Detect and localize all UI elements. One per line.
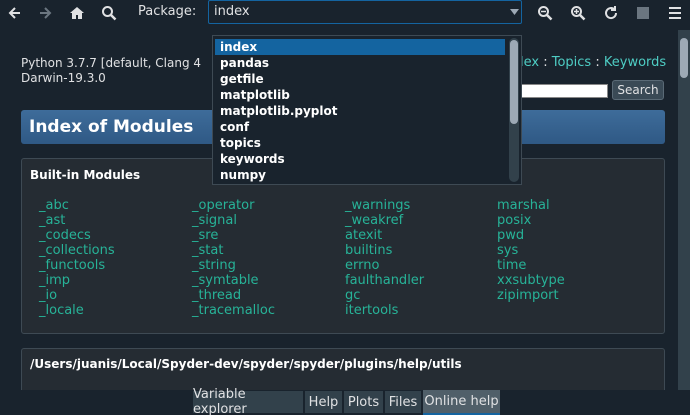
module-link[interactable]: _locale <box>39 303 115 318</box>
pane-tabs: Variable explorer Help Plots Files Onlin… <box>0 387 690 415</box>
module-link[interactable]: _symtable <box>192 273 275 288</box>
module-link[interactable]: _thread <box>192 288 275 303</box>
module-link[interactable]: _collections <box>39 243 115 258</box>
nav-separator: : <box>591 55 604 70</box>
section-heading: /Users/juanis/Local/Spyder-dev/spyder/sp… <box>30 357 462 371</box>
module-link[interactable]: _ast <box>39 213 115 228</box>
tab-online-help[interactable]: Online help <box>423 390 500 415</box>
dropdown-item[interactable]: matplotlib <box>215 87 505 103</box>
home-icon[interactable] <box>66 2 88 24</box>
module-link[interactable]: _imp <box>39 273 115 288</box>
package-combobox[interactable]: index <box>208 0 522 24</box>
module-link[interactable]: time <box>497 258 565 273</box>
dropdown-item[interactable]: topics <box>215 135 505 151</box>
module-link[interactable]: _warnings <box>345 198 424 213</box>
module-search-input[interactable] <box>520 84 608 98</box>
page-title: Index of Modules <box>29 117 194 137</box>
link-index[interactable]: lex <box>520 55 539 70</box>
link-keywords[interactable]: Keywords <box>604 55 666 70</box>
toolbar: Package: index <box>0 0 690 26</box>
dropdown-item[interactable]: numpy <box>215 167 505 183</box>
zoom-in-icon[interactable] <box>567 2 589 24</box>
module-link[interactable]: posix <box>497 213 565 228</box>
module-link[interactable]: itertools <box>345 303 424 318</box>
search-button[interactable]: Search <box>612 80 664 100</box>
python-version: Python 3.7.7 [default, Clang 4 <box>21 56 202 70</box>
search-icon[interactable] <box>98 2 120 24</box>
arrow-left-icon[interactable] <box>4 2 26 24</box>
module-link[interactable]: _signal <box>192 213 275 228</box>
scrollbar-thumb[interactable] <box>680 38 688 78</box>
chevron-down-icon[interactable] <box>507 1 521 23</box>
module-link[interactable]: _stat <box>192 243 275 258</box>
dropdown-item[interactable]: matplotlib.pyplot <box>215 103 505 119</box>
module-link[interactable]: xxsubtype <box>497 273 565 288</box>
vertical-scrollbar[interactable] <box>678 30 690 390</box>
dropdown-item[interactable]: pandas <box>215 55 505 71</box>
module-link[interactable]: _io <box>39 288 115 303</box>
package-label: Package: <box>138 4 197 19</box>
package-value[interactable]: index <box>214 4 250 19</box>
nav-separator: : <box>539 55 552 70</box>
tab-plots[interactable]: Plots <box>344 391 383 413</box>
tab-files[interactable]: Files <box>385 391 421 413</box>
refresh-icon[interactable] <box>600 2 622 24</box>
nav-links: lex : Topics : Keywords <box>520 55 666 70</box>
scrollbar-thumb[interactable] <box>510 40 518 124</box>
module-link[interactable]: zipimport <box>497 288 565 303</box>
path-modules-section: /Users/juanis/Local/Spyder-dev/spyder/sp… <box>21 348 665 390</box>
module-link[interactable]: atexit <box>345 228 424 243</box>
tab-variable-explorer[interactable]: Variable explorer <box>193 387 303 415</box>
dropdown-item[interactable]: index <box>215 39 505 55</box>
module-column-2: _operator _signal _sre _stat _string _sy… <box>192 198 275 318</box>
module-link[interactable]: _functools <box>39 258 115 273</box>
module-column-1: _abc _ast _codecs _collections _functool… <box>39 198 115 318</box>
dropdown-item[interactable]: conf <box>215 119 505 135</box>
link-topics[interactable]: Topics <box>552 55 591 70</box>
module-link[interactable]: errno <box>345 258 424 273</box>
module-link[interactable]: _sre <box>192 228 275 243</box>
module-link[interactable]: faulthandler <box>345 273 424 288</box>
menu-icon[interactable] <box>664 2 686 24</box>
dropdown-item[interactable]: keywords <box>215 151 505 167</box>
module-link[interactable]: pwd <box>497 228 565 243</box>
platform-info: Darwin-19.3.0 <box>21 71 106 85</box>
arrow-right-icon[interactable] <box>34 2 56 24</box>
module-column-3: _warnings _weakref atexit builtins errno… <box>345 198 424 318</box>
module-link[interactable]: _codecs <box>39 228 115 243</box>
zoom-out-icon[interactable] <box>534 2 556 24</box>
module-link[interactable]: marshal <box>497 198 565 213</box>
section-heading: Built-in Modules <box>30 168 141 182</box>
python-info: Python 3.7.7 [default, Clang 4 Darwin-19… <box>21 56 201 86</box>
dropdown-scrollbar[interactable] <box>509 38 519 182</box>
tab-help[interactable]: Help <box>305 391 342 413</box>
package-dropdown-list: index pandas getfile matplotlib matplotl… <box>212 35 522 185</box>
module-link[interactable]: _string <box>192 258 275 273</box>
module-link[interactable]: _tracemalloc <box>192 303 275 318</box>
module-link[interactable]: gc <box>345 288 424 303</box>
module-link[interactable]: _weakref <box>345 213 424 228</box>
module-link[interactable]: _operator <box>192 198 275 213</box>
module-column-4: marshal posix pwd sys time xxsubtype zip… <box>497 198 565 303</box>
module-link[interactable]: _abc <box>39 198 115 213</box>
stop-icon[interactable] <box>632 2 654 24</box>
module-link[interactable]: sys <box>497 243 565 258</box>
dropdown-item[interactable]: getfile <box>215 71 505 87</box>
module-link[interactable]: builtins <box>345 243 424 258</box>
